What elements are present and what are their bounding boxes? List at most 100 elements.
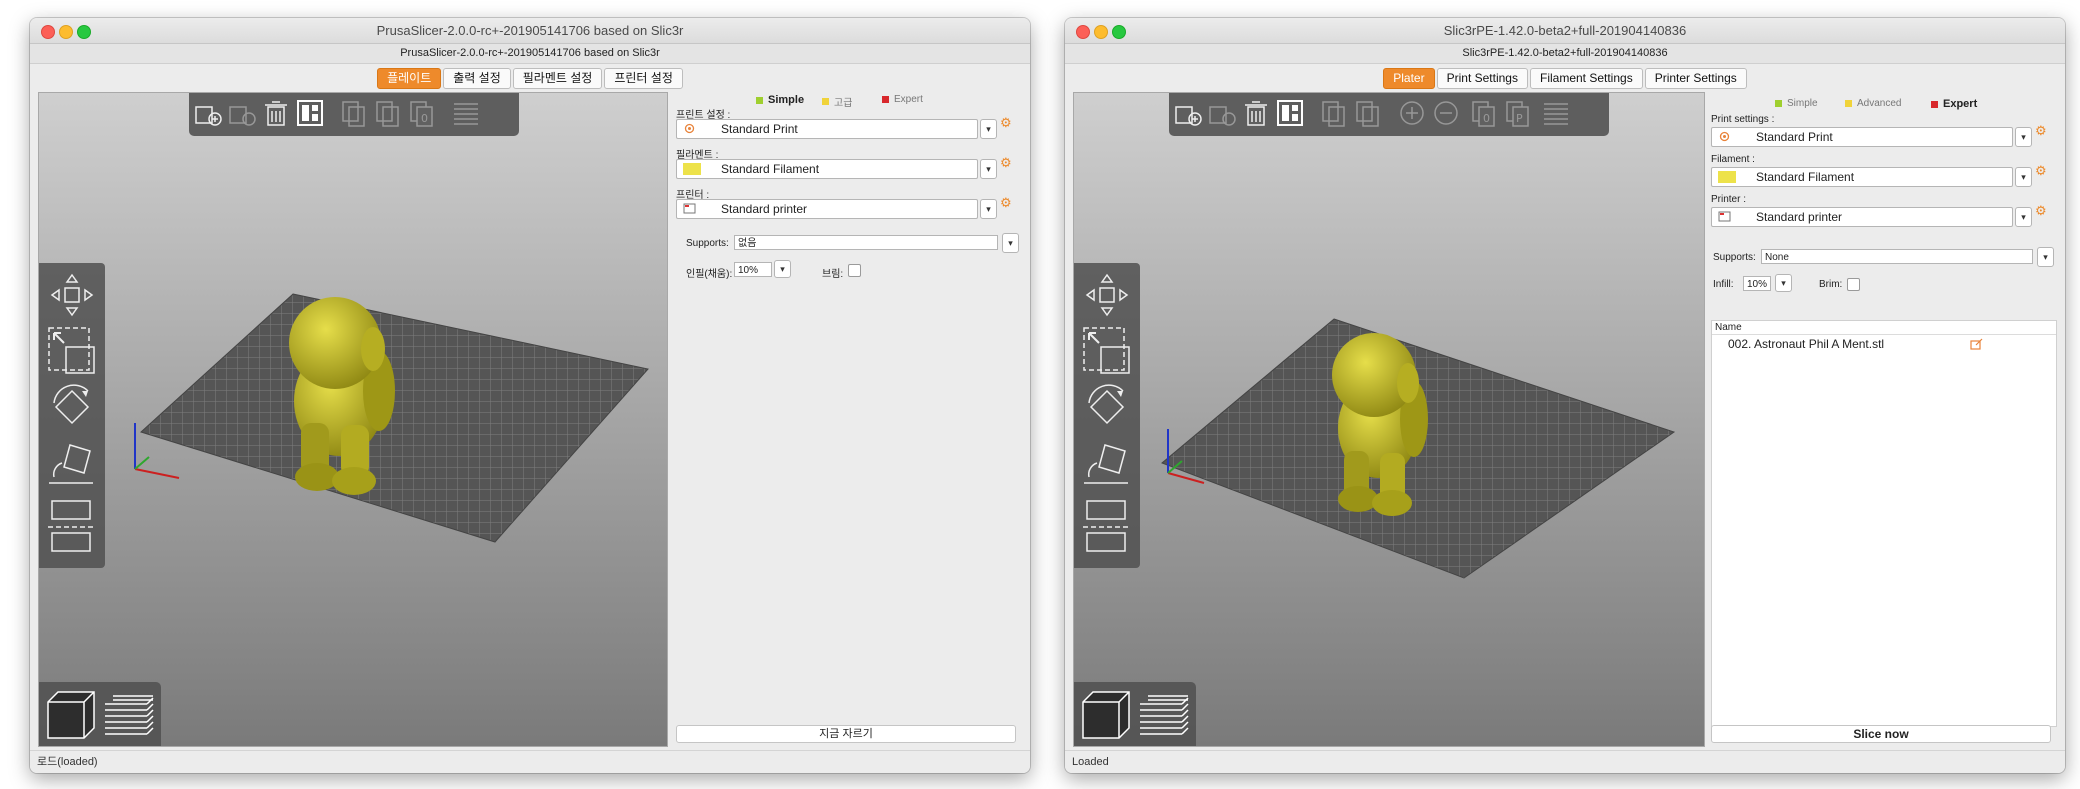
printer-dropdown[interactable]: ▾ bbox=[2015, 207, 2032, 227]
place-on-face-icon[interactable] bbox=[1081, 437, 1133, 494]
filament-label: Filament : bbox=[1711, 154, 1755, 165]
preview-layers-icon[interactable] bbox=[101, 688, 157, 747]
mode-advanced[interactable]: 고급 bbox=[822, 94, 852, 109]
rotate-icon[interactable] bbox=[46, 381, 98, 438]
supports-combo[interactable]: 없음 bbox=[734, 235, 998, 250]
printer-icon bbox=[1718, 211, 1731, 222]
layers-editing-icon[interactable] bbox=[1541, 98, 1571, 128]
delete-all-icon[interactable] bbox=[1241, 98, 1271, 128]
tab-printer-settings[interactable]: 프린터 설정 bbox=[604, 68, 683, 89]
cut-icon[interactable] bbox=[1081, 497, 1133, 562]
arrange-icon[interactable] bbox=[295, 98, 325, 128]
gear-icon bbox=[1719, 131, 1730, 142]
move-icon[interactable] bbox=[1081, 269, 1133, 324]
mode-advanced[interactable]: Advanced bbox=[1845, 98, 1901, 109]
rotate-icon[interactable] bbox=[1081, 381, 1133, 438]
sidebar: Simple Advanced Expert Print settings : … bbox=[1705, 92, 2057, 745]
tab-print-settings[interactable]: Print Settings bbox=[1436, 68, 1528, 89]
prusaslicer-window: PrusaSlicer-2.0.0-rc+-201905141706 based… bbox=[30, 18, 1030, 773]
copy-icon[interactable] bbox=[1319, 98, 1349, 128]
brim-checkbox[interactable] bbox=[1847, 278, 1860, 291]
cut-icon[interactable] bbox=[46, 497, 98, 562]
printer-combo[interactable]: Standard printer bbox=[1711, 207, 2013, 227]
add-instance-icon[interactable] bbox=[1397, 98, 1427, 128]
print-settings-dropdown[interactable]: ▾ bbox=[980, 119, 997, 139]
place-on-face-icon[interactable] bbox=[46, 437, 98, 494]
object-list[interactable]: Name 002. Astronaut Phil A Ment.stl bbox=[1711, 320, 2057, 727]
edit-filament-icon[interactable]: ⚙ bbox=[1000, 156, 1013, 169]
mode-expert[interactable]: Expert bbox=[1931, 98, 1977, 110]
view-toolbar bbox=[39, 682, 161, 746]
edit-filament-icon[interactable]: ⚙ bbox=[2035, 164, 2048, 177]
paste-icon[interactable] bbox=[1353, 98, 1383, 128]
print-settings-dropdown[interactable]: ▾ bbox=[2015, 127, 2032, 147]
printer-dropdown[interactable]: ▾ bbox=[980, 199, 997, 219]
filament-dropdown[interactable]: ▾ bbox=[2015, 167, 2032, 187]
supports-combo[interactable]: None bbox=[1761, 249, 2033, 264]
mode-simple[interactable]: Simple bbox=[1775, 98, 1818, 109]
printer-icon bbox=[683, 203, 696, 214]
status-bar: 로드(loaded) bbox=[30, 750, 1030, 773]
paste-icon[interactable] bbox=[373, 98, 403, 128]
delete-object-icon[interactable] bbox=[1207, 98, 1237, 128]
tab-filament-settings[interactable]: 필라멘트 설정 bbox=[512, 68, 603, 89]
move-icon[interactable] bbox=[46, 269, 98, 324]
list-item[interactable]: 002. Astronaut Phil A Ment.stl bbox=[1712, 335, 2056, 353]
tab-printer-settings[interactable]: Printer Settings bbox=[1644, 68, 1747, 89]
gizmo-toolbar bbox=[39, 263, 105, 568]
sidebar: Simple 고급 Expert 프린트 설정 : Standard Print… bbox=[670, 92, 1022, 745]
add-object-icon[interactable] bbox=[1173, 98, 1203, 128]
split-objects-icon[interactable]: 0 bbox=[1469, 98, 1499, 128]
edit-printer-icon[interactable]: ⚙ bbox=[2035, 204, 2048, 217]
slice-now-button[interactable]: 지금 자르기 bbox=[676, 725, 1016, 743]
add-object-icon[interactable] bbox=[193, 98, 223, 128]
delete-all-icon[interactable] bbox=[261, 98, 291, 128]
delete-object-icon[interactable] bbox=[227, 98, 257, 128]
scale-icon[interactable] bbox=[1081, 325, 1133, 382]
printer-combo[interactable]: Standard printer bbox=[676, 199, 978, 219]
3d-viewport[interactable]: 0 P bbox=[1073, 92, 1705, 747]
3d-viewport[interactable]: 0 bbox=[38, 92, 668, 747]
brim-checkbox[interactable] bbox=[848, 264, 861, 277]
infill-dropdown[interactable]: ▾ bbox=[774, 260, 791, 278]
supports-dropdown[interactable]: ▾ bbox=[2037, 247, 2054, 267]
brim-label: 브림: bbox=[822, 269, 844, 280]
edit-preset-icon[interactable]: ⚙ bbox=[2035, 124, 2048, 137]
print-settings-combo[interactable]: Standard Print bbox=[676, 119, 978, 139]
remove-instance-icon[interactable] bbox=[1431, 98, 1461, 128]
preview-layers-icon[interactable] bbox=[1136, 688, 1192, 747]
layers-editing-icon[interactable] bbox=[451, 98, 481, 128]
tab-print-settings[interactable]: 출력 설정 bbox=[443, 68, 511, 89]
slice-now-button[interactable]: Slice now bbox=[1711, 725, 2051, 743]
filament-combo[interactable]: Standard Filament bbox=[1711, 167, 2013, 187]
3d-view-icon[interactable] bbox=[1079, 688, 1133, 747]
slic3rpe-window: Slic3rPE-1.42.0-beta2+full-201904140836 … bbox=[1065, 18, 2065, 773]
split-parts-icon[interactable]: P bbox=[1503, 98, 1533, 128]
tab-plater[interactable]: 플레이트 bbox=[377, 68, 442, 89]
svg-text:0: 0 bbox=[421, 112, 428, 125]
title-bar[interactable]: PrusaSlicer-2.0.0-rc+-201905141706 based… bbox=[30, 18, 1030, 44]
window-subtitle: Slic3rPE-1.42.0-beta2+full-201904140836 bbox=[1065, 44, 2065, 64]
infill-combo[interactable]: 10% bbox=[734, 262, 772, 277]
infill-label: 인필(채움): bbox=[686, 269, 733, 280]
tab-filament-settings[interactable]: Filament Settings bbox=[1529, 68, 1643, 89]
copy-icon[interactable] bbox=[339, 98, 369, 128]
supports-dropdown[interactable]: ▾ bbox=[1002, 233, 1019, 253]
infill-dropdown[interactable]: ▾ bbox=[1775, 274, 1792, 292]
tab-plater[interactable]: Plater bbox=[1383, 68, 1435, 89]
filament-combo[interactable]: Standard Filament bbox=[676, 159, 978, 179]
arrange-icon[interactable] bbox=[1275, 98, 1305, 128]
title-bar[interactable]: Slic3rPE-1.42.0-beta2+full-201904140836 bbox=[1065, 18, 2065, 44]
edit-icon[interactable] bbox=[1970, 338, 1983, 350]
print-settings-combo[interactable]: Standard Print bbox=[1711, 127, 2013, 147]
infill-combo[interactable]: 10% bbox=[1743, 276, 1771, 291]
3d-view-icon[interactable] bbox=[44, 688, 98, 747]
edit-printer-icon[interactable]: ⚙ bbox=[1000, 196, 1013, 209]
filament-dropdown[interactable]: ▾ bbox=[980, 159, 997, 179]
edit-preset-icon[interactable]: ⚙ bbox=[1000, 116, 1013, 129]
mode-expert[interactable]: Expert bbox=[882, 94, 923, 105]
brim-label: Brim: bbox=[1819, 279, 1843, 290]
scale-icon[interactable] bbox=[46, 325, 98, 382]
instances-icon[interactable]: 0 bbox=[407, 98, 437, 128]
mode-simple[interactable]: Simple bbox=[756, 94, 804, 106]
